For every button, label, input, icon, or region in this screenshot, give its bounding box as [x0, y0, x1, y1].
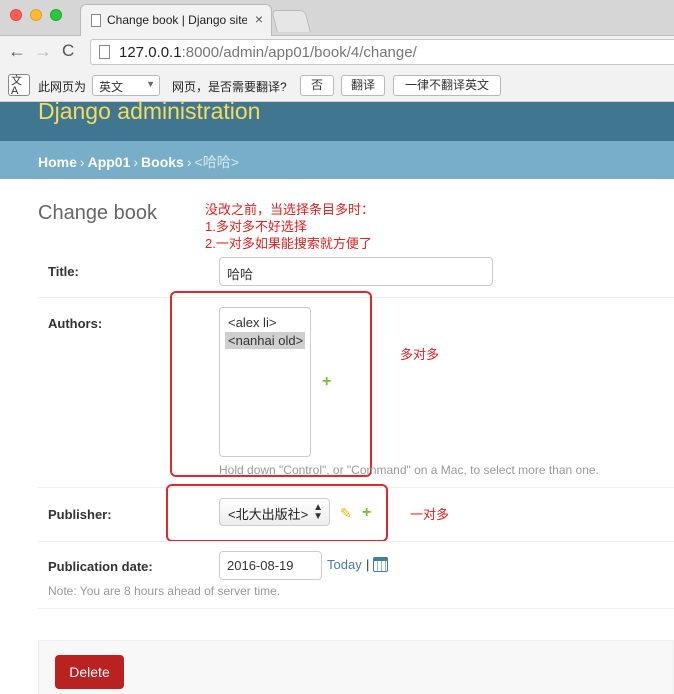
translate-question: 网页，是否需要翻译?: [172, 80, 287, 94]
window-minimize-button[interactable]: [30, 9, 42, 21]
publisher-label: Publisher:: [48, 507, 112, 522]
tab-close-icon[interactable]: ×: [255, 11, 263, 27]
row-divider: [38, 608, 674, 609]
publisher-select-value: <北大出版社>: [228, 507, 309, 522]
site-title[interactable]: Django administration: [38, 98, 260, 125]
url-host: 127.0.0.1: [119, 44, 182, 61]
window-maximize-button[interactable]: [50, 9, 62, 21]
publisher-select[interactable]: <北大出版社> ▲ ▼: [219, 498, 330, 526]
forward-arrow-icon[interactable]: →: [34, 41, 52, 61]
breadcrumb: Home › App01 › Books › <哈哈>: [0, 141, 674, 179]
page-icon: [99, 45, 110, 59]
url-text: 127.0.0.1:8000/admin/app01/book/4/change…: [119, 44, 417, 61]
back-arrow-icon[interactable]: ←: [8, 41, 26, 61]
delete-button[interactable]: Delete: [55, 655, 124, 689]
annotation-one-to-many: 一对多: [410, 507, 450, 522]
browser-tab[interactable]: Change book | Django site admin ×: [80, 4, 272, 36]
authors-label: Authors:: [48, 316, 103, 331]
document-icon: [91, 14, 101, 27]
updown-icon: ▲ ▼: [313, 502, 323, 522]
translate-page-is-label: 此网页为: [38, 80, 87, 94]
calendar-icon[interactable]: [373, 557, 388, 572]
never-translate-button[interactable]: 一律不翻译英文: [393, 75, 501, 96]
date-separator: |: [366, 557, 370, 572]
annotation-note-line: 没改之前，当选择条目多时：: [205, 202, 375, 217]
page-title: Change book: [38, 202, 157, 224]
authors-help-text: Hold down "Control", or "Command" on a M…: [219, 463, 599, 477]
window-close-button[interactable]: [10, 9, 22, 21]
breadcrumb-current: <哈哈>: [194, 154, 239, 170]
change-pencil-icon[interactable]: ✎: [340, 505, 352, 522]
breadcrumb-separator: ›: [133, 154, 139, 170]
browser-tab-bar: Change book | Django site admin ×: [0, 0, 674, 36]
title-input[interactable]: 哈哈: [219, 257, 493, 286]
breadcrumb-separator: ›: [186, 154, 192, 170]
new-tab-button[interactable]: [271, 10, 311, 32]
address-bar: ← → C 127.0.0.1:8000/admin/app01/book/4/…: [0, 36, 674, 68]
translate-language-value: 英文: [99, 80, 124, 94]
authors-option[interactable]: <alex li>: [225, 314, 305, 331]
translate-button[interactable]: 翻译: [341, 75, 385, 96]
annotation-note-line: 1.多对多不好选择: [205, 219, 307, 234]
publication-date-input[interactable]: 2016-08-19: [219, 551, 322, 580]
translate-no-button[interactable]: 否: [300, 75, 334, 96]
breadcrumb-model[interactable]: Books: [141, 154, 184, 170]
authors-option-selected[interactable]: <nanhai old>: [225, 332, 305, 349]
breadcrumb-separator: ›: [79, 154, 85, 170]
annotation-note: 没改之前，当选择条目多时： 1.多对多不好选择 2.一对多如果能搜索就方便了: [205, 201, 374, 252]
breadcrumb-app[interactable]: App01: [88, 154, 131, 170]
site-header: Django administration: [0, 98, 674, 141]
authors-multiselect[interactable]: <alex li> <nanhai old>: [219, 307, 311, 457]
reload-icon[interactable]: C: [62, 41, 74, 61]
chevron-down-icon: ▼: [146, 79, 155, 89]
title-label: Title:: [48, 264, 79, 279]
url-path: :8000/admin/app01/book/4/change/: [181, 44, 417, 61]
translate-language-select[interactable]: 英文 ▼: [92, 75, 160, 96]
add-publisher-icon[interactable]: +: [362, 504, 371, 522]
tab-title: Change book | Django site admin: [107, 13, 247, 27]
annotation-note-line: 2.一对多如果能搜索就方便了: [205, 236, 372, 251]
submit-row: Delete: [38, 640, 674, 694]
today-link[interactable]: Today: [327, 557, 362, 572]
row-divider: [38, 541, 674, 542]
translate-icon: 文A: [8, 74, 30, 97]
timezone-note: Note: You are 8 hours ahead of server ti…: [48, 584, 281, 598]
translate-bar: 文A 此网页为 英文 ▼ 网页，是否需要翻译? 否 翻译 一律不翻译英文: [0, 68, 674, 102]
add-author-icon[interactable]: +: [322, 373, 331, 391]
publication-date-label: Publication date:: [48, 559, 153, 574]
breadcrumb-home[interactable]: Home: [38, 154, 77, 170]
url-field[interactable]: 127.0.0.1:8000/admin/app01/book/4/change…: [90, 39, 674, 65]
annotation-many-to-many: 多对多: [400, 347, 440, 362]
